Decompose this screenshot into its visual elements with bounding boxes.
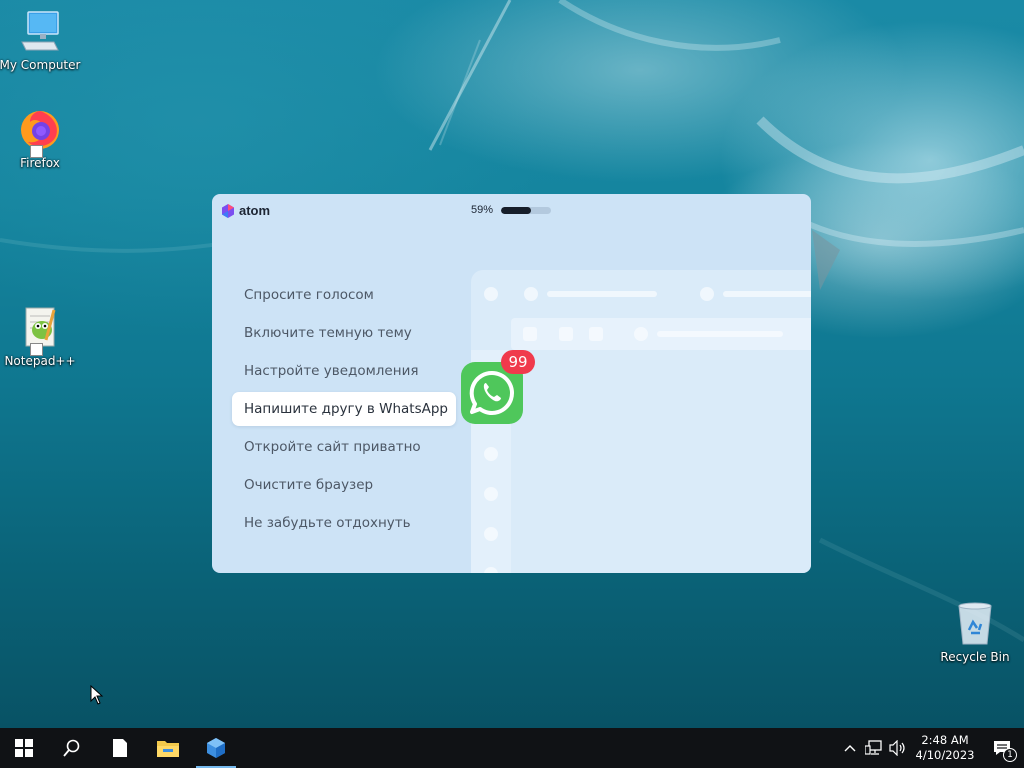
taskbar-clock[interactable]: 2:48 AM 4/10/2023 (914, 733, 976, 763)
progress-fill (501, 206, 531, 214)
desktop-icon-recycle-bin[interactable]: Recycle Bin (935, 600, 1015, 664)
notepad-plus-plus-icon (16, 304, 64, 356)
atom-browser-icon (207, 738, 225, 758)
shortcut-arrow-icon (30, 145, 43, 158)
desktop-icon-label: Firefox (20, 156, 60, 170)
search-button[interactable] (48, 728, 96, 768)
desktop-icon-label: My Computer (0, 58, 81, 72)
system-tray: 2:48 AM 4/10/2023 1 (838, 728, 1024, 768)
file-icon (113, 739, 127, 757)
atom-onboarding-window: atom 59% Спросите голосом Включите темну… (212, 194, 811, 573)
atom-browser-taskbar-button[interactable] (192, 728, 240, 768)
tips-list: Спросите голосом Включите темную тему На… (232, 278, 472, 544)
chevron-up-icon (844, 745, 856, 752)
onboarding-progress: 59% (471, 204, 552, 216)
mouse-cursor-icon (90, 685, 104, 705)
network-icon (865, 740, 882, 755)
taskbar-file-button[interactable] (96, 728, 144, 768)
volume-button[interactable] (886, 728, 910, 768)
recycle-bin-icon (951, 600, 999, 648)
action-center-button[interactable]: 1 (980, 728, 1024, 768)
progress-track (501, 206, 552, 214)
notification-count-badge: 1 (1003, 748, 1017, 762)
volume-icon (889, 740, 905, 756)
taskbar: 2:48 AM 4/10/2023 1 (0, 728, 1024, 768)
atom-logo: atom (221, 203, 270, 218)
progress-percent: 59% (471, 204, 494, 216)
clock-date: 4/10/2023 (915, 748, 975, 762)
start-icon (15, 739, 33, 757)
tip-item[interactable]: Очистите браузер (232, 468, 472, 502)
tip-item[interactable]: Настройте уведомления (232, 354, 472, 388)
computer-icon (16, 8, 64, 56)
desktop-icon-label: Notepad++ (4, 354, 76, 368)
tip-item-active[interactable]: Напишите другу в WhatsApp (232, 392, 456, 426)
network-button[interactable] (862, 728, 886, 768)
whatsapp-unread-badge: 99 (501, 350, 535, 374)
tip-item[interactable]: Спросите голосом (232, 278, 472, 312)
show-hidden-icons-button[interactable] (838, 728, 862, 768)
clock-time: 2:48 AM (921, 733, 969, 747)
shortcut-arrow-icon (30, 343, 43, 356)
file-explorer-button[interactable] (144, 728, 192, 768)
file-explorer-icon (157, 741, 179, 757)
start-button[interactable] (0, 728, 48, 768)
atom-brand: atom (239, 203, 271, 218)
search-icon (63, 739, 80, 757)
tip-item[interactable]: Не забудьте отдохнуть (232, 506, 472, 540)
desktop-icon-firefox[interactable]: Firefox (0, 106, 80, 170)
firefox-icon (16, 106, 64, 158)
desktop-icon-label: Recycle Bin (940, 650, 1010, 664)
tip-item[interactable]: Включите темную тему (232, 316, 472, 350)
tip-item[interactable]: Откройте сайт приватно (232, 430, 472, 464)
desktop-icon-my-computer[interactable]: My Computer (0, 8, 80, 72)
desktop-icon-notepad-plus-plus[interactable]: Notepad++ (0, 304, 80, 368)
atom-logo-icon (222, 203, 234, 218)
